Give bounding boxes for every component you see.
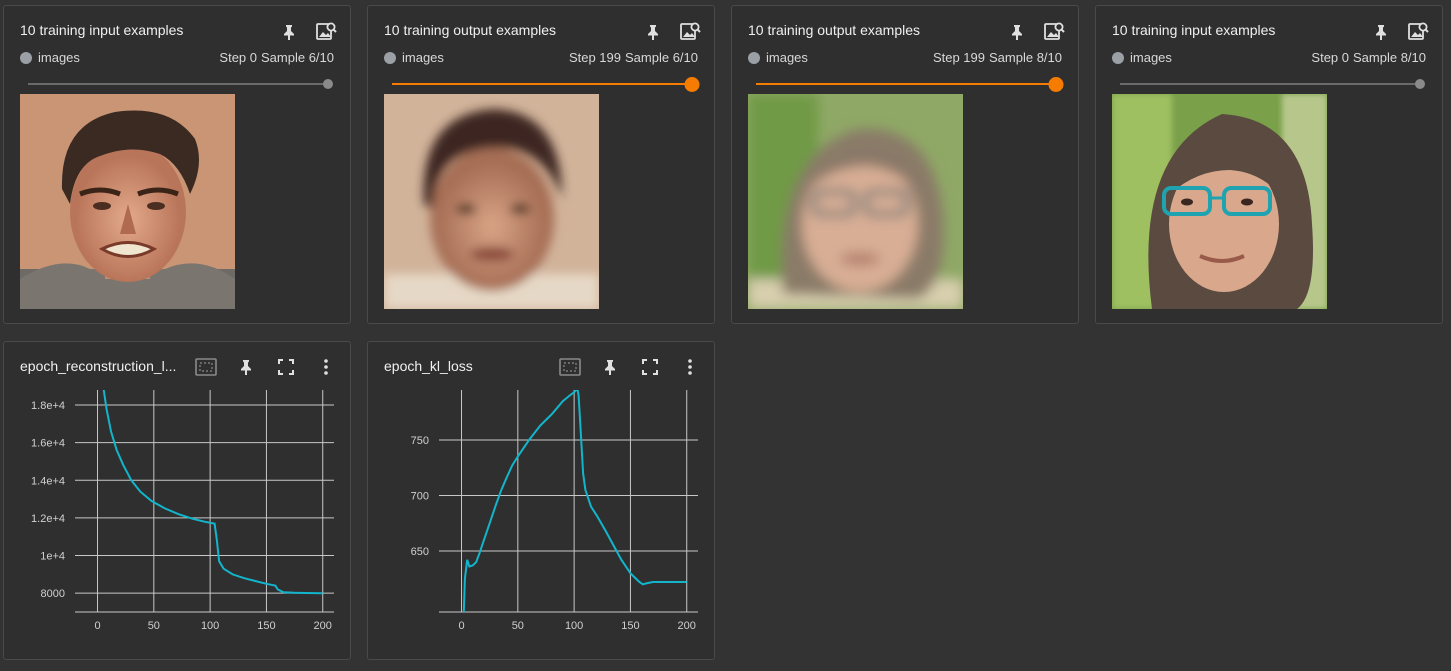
run-name: images [766,50,808,65]
run-color-dot [1112,52,1124,64]
x-tick-label: 200 [314,620,332,632]
slider-thumb[interactable] [323,79,333,89]
run-row: images Step 0 Sample 6/10 [20,50,334,66]
image-search-icon[interactable] [1407,20,1429,42]
slider-fill [392,83,692,85]
run-color-dot [748,52,760,64]
x-tick-label: 200 [678,620,696,632]
series-line [462,390,687,612]
slider-track [28,83,328,85]
y-tick-label: 1.8e+4 [31,400,65,412]
fullscreen-icon[interactable] [639,356,661,378]
pin-icon[interactable] [599,356,621,378]
step-info: Step 0 Sample 6/10 [215,50,334,65]
sample-label: Sample 6/10 [261,50,334,65]
y-tick-label: 750 [411,435,429,447]
slider-track [1120,83,1420,85]
run-name: images [402,50,444,65]
pin-icon[interactable] [1006,21,1028,43]
image-search-icon[interactable] [679,20,701,42]
image-search-icon[interactable] [1043,20,1065,42]
sample-label: Sample 6/10 [625,50,698,65]
pin-icon[interactable] [235,356,257,378]
y-tick-label: 1.6e+4 [31,438,65,450]
image-card-2: 10 training output examples images Step … [367,5,715,324]
step-slider[interactable] [392,77,700,92]
step-slider[interactable] [756,77,1064,92]
card-title: 10 training input examples [1112,22,1276,38]
slider-fill [756,83,1056,85]
fullscreen-icon[interactable] [275,356,297,378]
x-tick-label: 0 [458,620,464,632]
pin-icon[interactable] [278,21,300,43]
step-info: Step 199 Sample 8/10 [929,50,1062,65]
sample-image [20,94,235,309]
y-tick-label: 650 [411,546,429,558]
pin-icon[interactable] [642,21,664,43]
x-tick-label: 50 [512,620,524,632]
sample-image [1112,94,1327,309]
line-chart: 0 50 100 150 200 650 700 750 [411,390,698,632]
run-color-dot [20,52,32,64]
more-menu-icon[interactable] [315,356,337,378]
card-title: 10 training input examples [20,22,184,38]
fit-domain-icon[interactable] [195,356,217,378]
y-tick-label: 1e+4 [40,551,65,563]
x-tick-label: 150 [257,620,275,632]
run-name: images [1130,50,1172,65]
y-tick-label: 700 [411,490,429,502]
image-card-3: 10 training output examples images Step … [731,5,1079,324]
pin-icon[interactable] [1370,21,1392,43]
run-row: images Step 199 Sample 8/10 [748,50,1062,66]
image-search-icon[interactable] [315,20,337,42]
run-color-dot [384,52,396,64]
sample-image [748,94,963,309]
step-label: Step 0 [1311,50,1349,65]
sample-label: Sample 8/10 [989,50,1062,65]
chart-title: epoch_kl_loss [384,358,473,374]
x-tick-label: 100 [201,620,219,632]
sample-image [384,94,599,309]
run-name: images [38,50,80,65]
chart-card-1: epoch_reconstruction_l... 0 50 100 150 200 80… [3,341,351,660]
card-title: 10 training output examples [748,22,920,38]
slider-thumb[interactable] [684,77,700,92]
fit-domain-icon[interactable] [559,356,581,378]
x-tick-label: 0 [94,620,100,632]
x-tick-label: 50 [148,620,160,632]
y-tick-label: 8000 [41,588,65,600]
y-tick-label: 1.4e+4 [31,475,65,487]
more-menu-icon[interactable] [679,356,701,378]
step-label: Step 0 [219,50,257,65]
step-label: Step 199 [932,50,985,65]
y-tick-label: 1.2e+4 [31,513,65,525]
line-chart: 0 50 100 150 200 8000 1e+4 1.2e+4 1.4e+4 1.6e+4 1.… [31,390,334,632]
step-info: Step 0 Sample 8/10 [1307,50,1426,65]
image-card-1: 10 training input examples images Step 0… [3,5,351,324]
chart-card-2: epoch_kl_loss 0 50 100 150 200 650 700 750 [367,341,715,660]
slider-thumb[interactable] [1415,79,1425,89]
slider-thumb[interactable] [1048,77,1064,92]
x-tick-label: 100 [565,620,583,632]
image-card-4: 10 training input examples images Step 0… [1095,5,1443,324]
sample-label: Sample 8/10 [1353,50,1426,65]
run-row: images Step 0 Sample 8/10 [1112,50,1426,66]
x-tick-label: 150 [621,620,639,632]
series-line [102,390,323,595]
step-slider[interactable] [1120,78,1425,90]
chart-title: epoch_reconstruction_l... [20,358,177,374]
step-label: Step 199 [568,50,621,65]
step-slider[interactable] [28,78,333,90]
card-title: 10 training output examples [384,22,556,38]
step-info: Step 199 Sample 6/10 [565,50,698,65]
run-row: images Step 199 Sample 6/10 [384,50,698,66]
